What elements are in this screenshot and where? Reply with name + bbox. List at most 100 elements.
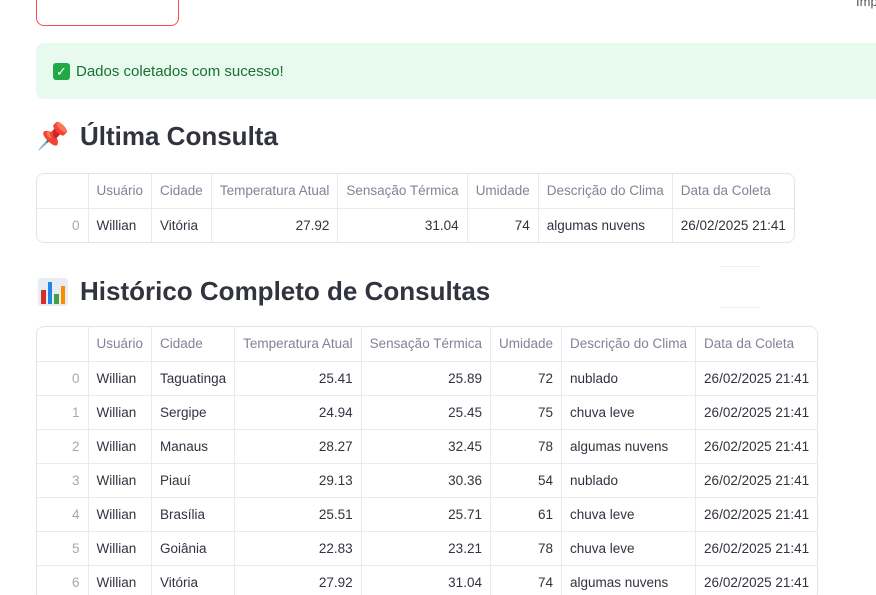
cell-humidity[interactable]: 75 [490,395,563,430]
bar-chart-icon [36,277,70,306]
table-row[interactable]: 0 Willian Taguatinga 25.41 25.89 72 nublado 26/… [37,361,818,396]
cell-city[interactable]: Brasília [151,497,236,532]
table-row[interactable]: 3 Willian Piauí 29.13 30.36 54 nublado 26/02/20… [37,463,818,498]
cell-date[interactable]: 26/02/2025 21:41 [695,395,818,430]
cell-humidity[interactable]: 78 [490,429,563,464]
row-index: 0 [37,361,89,396]
row-index: 4 [37,497,89,532]
cell-humidity[interactable]: 54 [490,463,563,498]
history-title: Histórico Completo de Consultas [80,276,491,306]
table-row[interactable]: 4 Willian Brasília 25.51 25.71 61 chuva leve 26… [37,497,818,532]
column-header-description[interactable]: Descrição do Clima [538,174,673,209]
cell-city[interactable]: Vitória [151,565,236,595]
cell-date[interactable]: 26/02/2025 21:41 [695,497,818,532]
table-row[interactable]: 2 Willian Manaus 28.27 32.45 78 algumas nuvens… [37,429,818,464]
table-row[interactable]: 6 Willian Vitória 27.92 31.04 74 algumas nuven… [37,565,818,595]
cell-feels-like[interactable]: 25.45 [361,395,491,430]
check-icon: ✓ [53,62,70,80]
column-header-city[interactable]: Cidade [151,174,212,209]
cell-temperature[interactable]: 25.41 [234,361,362,396]
column-header-humidity[interactable]: Umidade [490,327,563,362]
column-header-feels-like[interactable]: Sensação Térmica [337,174,468,209]
table-header-row: Usuário Cidade Temperatura Atual Sensaçã… [37,174,794,209]
cell-description[interactable]: chuva leve [561,531,697,566]
cell-user[interactable]: Willian [88,497,153,532]
cell-feels-like[interactable]: 31.04 [361,565,491,595]
cell-description[interactable]: algumas nuvens [561,429,697,464]
column-header-date[interactable]: Data da Coleta [672,174,794,209]
cell-description[interactable]: nublado [561,463,697,498]
cell-humidity[interactable]: 72 [490,361,563,396]
cell-feels-like[interactable]: 23.21 [361,531,491,566]
row-index: 5 [37,531,89,566]
column-header-index[interactable] [37,327,89,362]
top-right-label: Imp [856,0,876,9]
cell-feels-like[interactable]: 30.36 [361,463,491,498]
last-query-table[interactable]: Usuário Cidade Temperatura Atual Sensaçã… [36,173,795,243]
cell-humidity[interactable]: 78 [490,531,563,566]
cell-feels-like[interactable]: 25.71 [361,497,491,532]
cell-date[interactable]: 26/02/2025 21:41 [672,208,794,242]
cell-city[interactable]: Goiânia [151,531,236,566]
table-row[interactable]: 1 Willian Sergipe 24.94 25.45 75 chuva leve 26/… [37,395,818,430]
cell-feels-like[interactable]: 25.89 [361,361,491,396]
cell-city[interactable]: Piauí [151,463,236,498]
success-alert: ✓ Dados coletados com sucesso! [36,43,876,99]
cell-user[interactable]: Willian [88,208,153,242]
cell-user[interactable]: Willian [88,395,153,430]
row-index: 6 [37,565,89,595]
column-header-temperature[interactable]: Temperatura Atual [211,174,339,209]
toolbar-placeholder [720,266,760,308]
cell-city[interactable]: Vitória [151,208,212,242]
cell-city[interactable]: Taguatinga [151,361,236,396]
cell-user[interactable]: Willian [88,531,153,566]
cell-humidity[interactable]: 61 [490,497,563,532]
table-row[interactable]: 5 Willian Goiânia 22.83 23.21 78 chuva leve 26/… [37,531,818,566]
cell-user[interactable]: Willian [88,361,153,396]
cell-description[interactable]: algumas nuvens [538,208,673,242]
column-header-humidity[interactable]: Umidade [467,174,539,209]
cell-description[interactable]: chuva leve [561,497,697,532]
cell-description[interactable]: nublado [561,361,697,396]
table-header-row: Usuário Cidade Temperatura Atual Sensaçã… [37,327,818,362]
column-header-city[interactable]: Cidade [151,327,236,362]
cell-humidity[interactable]: 74 [490,565,563,595]
cell-user[interactable]: Willian [88,429,153,464]
cell-date[interactable]: 26/02/2025 21:41 [695,361,818,396]
cell-feels-like[interactable]: 32.45 [361,429,491,464]
history-heading: Histórico Completo de Consultas [36,276,490,307]
cell-temperature[interactable]: 27.92 [234,565,362,595]
cell-user[interactable]: Willian [88,463,153,498]
cell-date[interactable]: 26/02/2025 21:41 [695,565,818,595]
cell-temperature[interactable]: 27.92 [211,208,339,242]
column-header-user[interactable]: Usuário [88,327,153,362]
cell-humidity[interactable]: 74 [467,208,539,242]
column-header-index[interactable] [37,174,89,209]
cell-temperature[interactable]: 28.27 [234,429,362,464]
success-message: Dados coletados com sucesso! [76,62,284,80]
cell-date[interactable]: 26/02/2025 21:41 [695,429,818,464]
last-query-title: Última Consulta [80,121,278,151]
column-header-user[interactable]: Usuário [88,174,153,209]
cell-temperature[interactable]: 24.94 [234,395,362,430]
history-table[interactable]: Usuário Cidade Temperatura Atual Sensaçã… [36,326,819,595]
column-header-description[interactable]: Descrição do Clima [561,327,697,362]
cell-temperature[interactable]: 22.83 [234,531,362,566]
column-header-date[interactable]: Data da Coleta [695,327,818,362]
pushpin-icon: 📌 [36,121,70,151]
row-index: 3 [37,463,89,498]
cell-feels-like[interactable]: 31.04 [337,208,468,242]
cell-date[interactable]: 26/02/2025 21:41 [695,463,818,498]
column-header-temperature[interactable]: Temperatura Atual [234,327,362,362]
cell-description[interactable]: chuva leve [561,395,697,430]
table-row[interactable]: 0 Willian Vitória 27.92 31.04 74 algumas… [37,208,794,242]
cell-user[interactable]: Willian [88,565,153,595]
column-header-feels-like[interactable]: Sensação Térmica [361,327,491,362]
cell-temperature[interactable]: 29.13 [234,463,362,498]
cell-date[interactable]: 26/02/2025 21:41 [695,531,818,566]
cell-city[interactable]: Sergipe [151,395,236,430]
cell-description[interactable]: algumas nuvens [561,565,697,595]
top-button[interactable] [36,0,179,26]
cell-city[interactable]: Manaus [151,429,236,464]
cell-temperature[interactable]: 25.51 [234,497,362,532]
